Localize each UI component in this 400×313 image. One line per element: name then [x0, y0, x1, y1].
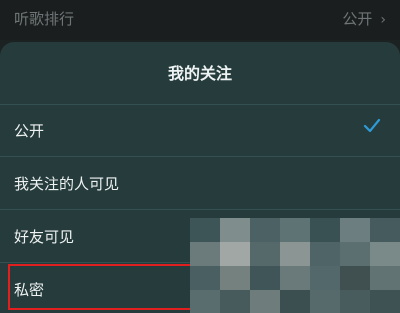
option-label: 我关注的人可见 [14, 175, 120, 193]
privacy-value-text: 公开 [342, 10, 373, 28]
listening-ranking-privacy-value: 公开 › [342, 8, 386, 29]
option-following-visible[interactable]: 我关注的人可见 [0, 157, 400, 209]
option-label: 公开 [14, 122, 45, 140]
chevron-right-icon: › [380, 12, 386, 28]
screen: 听歌排行 公开 › 我的关注 公开 我关注的人可见 好友可见 私密 [0, 0, 400, 313]
option-label: 好友可见 [14, 228, 75, 246]
listening-ranking-row[interactable]: 听歌排行 公开 › [0, 0, 400, 40]
option-public[interactable]: 公开 [0, 104, 400, 156]
sheet-title: 我的关注 [167, 64, 232, 83]
pixelated-redaction [190, 218, 400, 313]
listening-ranking-label: 听歌排行 [14, 10, 75, 28]
checkmark-icon [362, 116, 382, 141]
